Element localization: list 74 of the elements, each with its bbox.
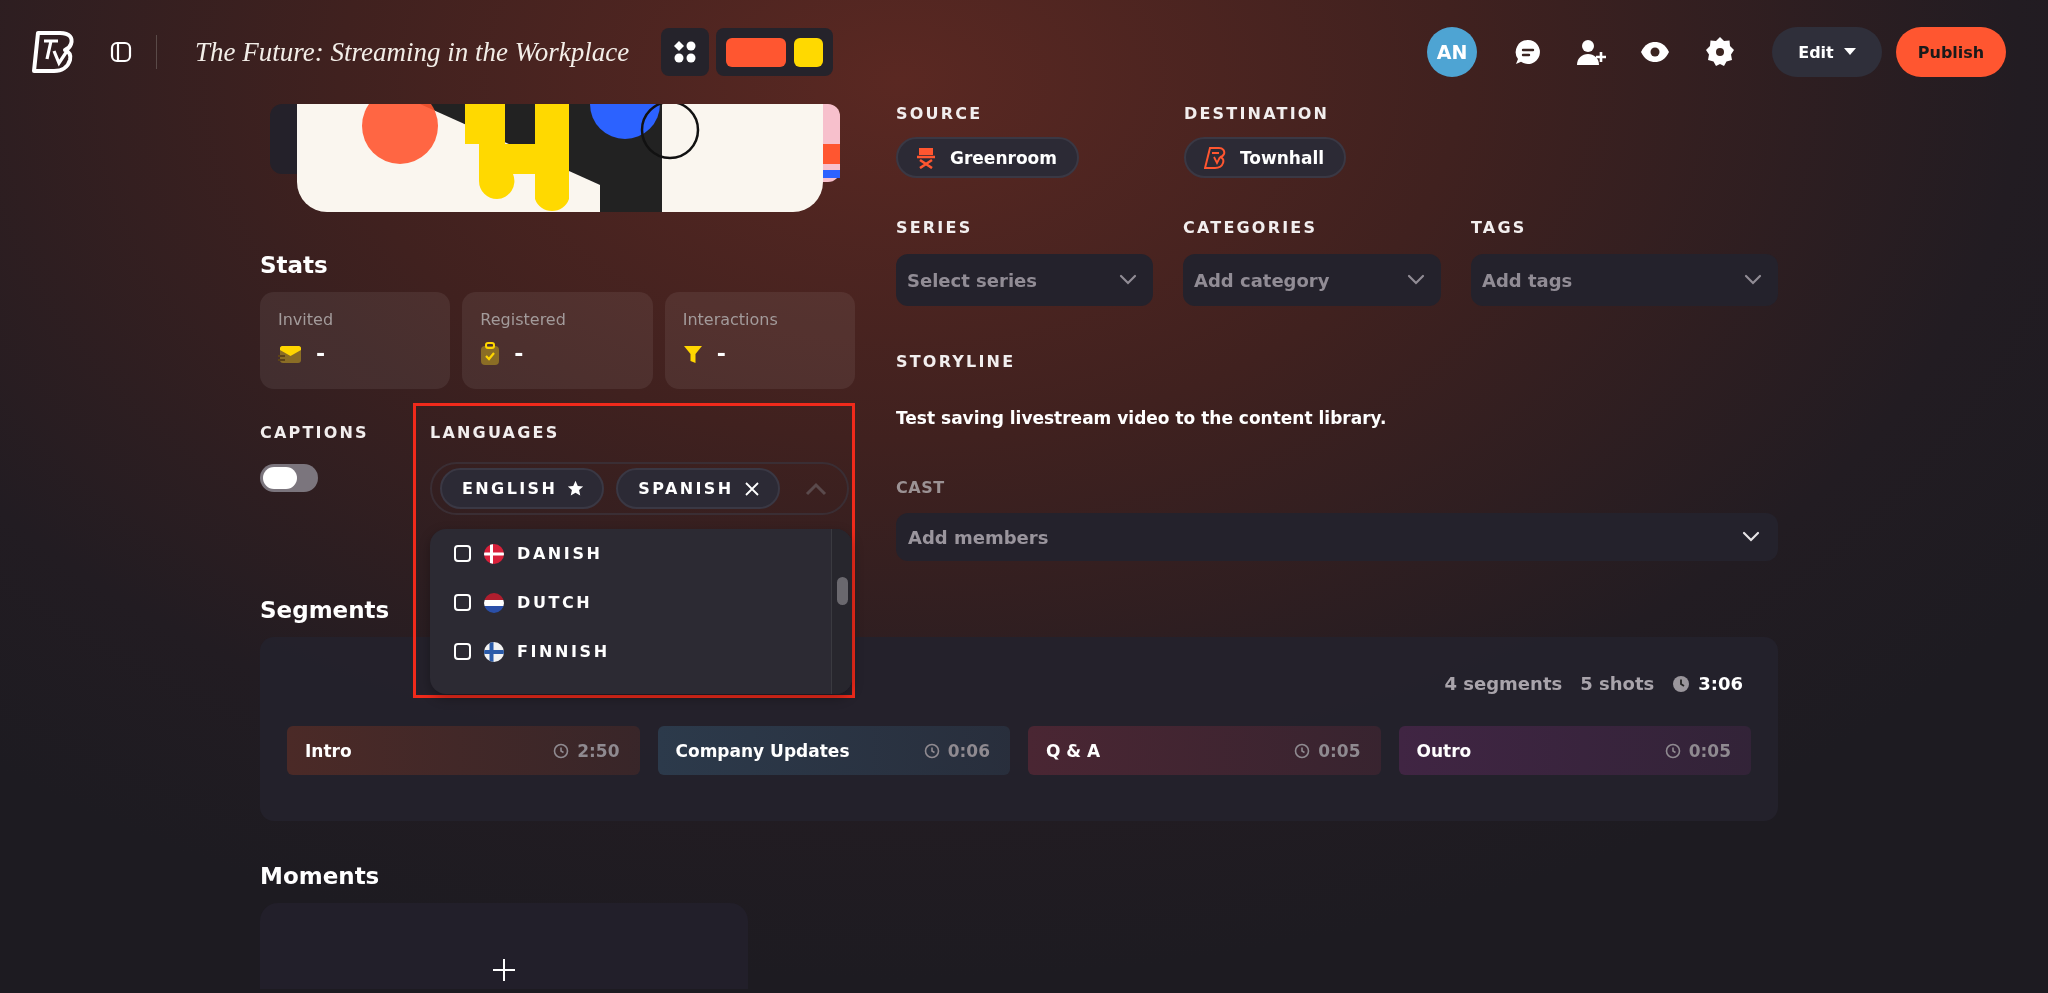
cast-field[interactable]: Add members <box>896 513 1778 561</box>
captions-toggle[interactable] <box>260 464 318 492</box>
checkbox[interactable] <box>454 643 471 660</box>
destination-pill[interactable]: Townhall <box>1184 137 1347 178</box>
language-option[interactable]: DANISH <box>430 529 832 578</box>
shot-count: 5 shots <box>1580 673 1655 694</box>
field-label: DESTINATION <box>1184 104 1331 123</box>
section-heading: Stats <box>260 252 328 278</box>
segment-chip[interactable]: Q & A 0:05 <box>1028 726 1381 775</box>
chat-icon[interactable] <box>1514 38 1542 66</box>
stat-label: Interactions <box>682 310 778 329</box>
apps-button[interactable] <box>661 28 710 76</box>
language-chip[interactable]: ENGLISH <box>440 468 605 509</box>
edit-button[interactable]: Edit <box>1772 27 1882 77</box>
remove-icon[interactable] <box>743 480 760 497</box>
logo-icon <box>1204 145 1226 170</box>
eye-icon[interactable] <box>1640 41 1670 63</box>
stat-label: Registered <box>480 310 566 329</box>
total-duration: 3:06 <box>1698 673 1743 694</box>
scrollbar-thumb[interactable] <box>837 577 848 605</box>
select-field[interactable]: Select series <box>896 254 1153 306</box>
plus-icon <box>493 959 515 981</box>
language-chip[interactable]: SPANISH <box>616 468 780 509</box>
segment-chip[interactable]: Intro 2:50 <box>287 726 640 775</box>
publish-button[interactable]: Publish <box>1896 27 2006 77</box>
color-swatch[interactable] <box>726 37 787 67</box>
clock-icon <box>923 742 940 759</box>
color-swatch[interactable] <box>794 37 824 67</box>
clipboard-icon <box>480 341 501 366</box>
star-icon[interactable] <box>567 480 585 497</box>
sidebar-toggle-icon[interactable] <box>110 41 132 63</box>
field-label: LANGUAGES <box>430 423 560 442</box>
checkbox[interactable] <box>454 545 471 562</box>
stat-value: - <box>316 341 326 366</box>
caret-icon <box>1843 48 1856 56</box>
select-field[interactable]: Add tags <box>1471 254 1778 306</box>
languages-field[interactable]: ENGLISH SPANISH <box>430 462 849 515</box>
chevron-down-icon <box>1407 274 1425 286</box>
language-option[interactable]: DUTCH <box>430 578 832 627</box>
clock-icon <box>1664 742 1681 759</box>
stat-label: Invited <box>278 310 334 329</box>
checkbox[interactable] <box>454 594 471 611</box>
flag-icon <box>484 543 504 564</box>
field-label: CATEGORIES <box>1183 218 1319 237</box>
chevron-down-icon <box>1742 531 1760 543</box>
language-option[interactable]: FINNISH <box>430 627 832 676</box>
flag-icon <box>484 592 504 613</box>
funnel-icon <box>682 343 703 364</box>
field-label: SOURCE <box>896 104 984 123</box>
chevron-down-icon <box>1119 274 1137 286</box>
clock-icon <box>1294 742 1311 759</box>
select-field[interactable]: Add category <box>1183 254 1441 306</box>
field-label: TAGS <box>1471 218 1528 237</box>
clock-icon <box>1672 674 1691 693</box>
chevron-down-icon <box>1744 274 1762 286</box>
add-user-icon[interactable] <box>1576 38 1606 66</box>
stat-value: - <box>514 341 524 366</box>
source-pill[interactable]: Greenroom <box>896 137 1079 178</box>
settings-icon[interactable] <box>1704 36 1736 68</box>
flag-icon <box>484 641 504 662</box>
clock-icon <box>553 742 570 759</box>
field-label: CAPTIONS <box>260 423 369 442</box>
segment-count: 4 segments <box>1444 673 1563 694</box>
field-label: SERIES <box>896 218 974 237</box>
director-chair-icon <box>916 146 936 169</box>
document-title: The Future: Streaming in the Workplace <box>195 36 630 68</box>
stat-value: - <box>716 341 726 366</box>
field-label: CAST <box>896 478 945 497</box>
segment-chip[interactable]: Company Updates 0:06 <box>657 726 1010 775</box>
section-heading: Moments <box>260 863 380 889</box>
segment-chip[interactable]: Outro 0:05 <box>1398 726 1751 775</box>
field-label: STORYLINE <box>896 352 1016 371</box>
section-heading: Segments <box>260 597 390 623</box>
storyline-text: Test saving livestream video to the content library. <box>896 408 1387 428</box>
